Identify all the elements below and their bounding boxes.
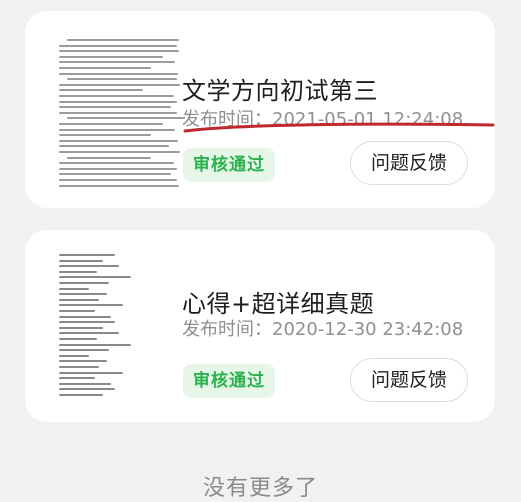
post-card[interactable]: 心得+超详细真题 发布时间：2020-12-30 23:42:08 审核通过 问… xyxy=(25,230,495,422)
document-thumbnail[interactable] xyxy=(55,35,185,189)
thumbnail-text-line xyxy=(59,343,131,346)
thumbnail-text-line xyxy=(59,67,151,69)
thumbnail-text-line xyxy=(59,259,103,262)
post-card[interactable]: 文学方向初试第三 发布时间：2021-05-01 12:24:08 审核通过 问… xyxy=(25,11,495,208)
thumbnail-text-line xyxy=(59,298,99,301)
status-badge: 审核通过 xyxy=(183,148,275,182)
thumbnail-text-line xyxy=(59,173,171,176)
status-badge: 审核通过 xyxy=(183,364,275,398)
thumbnail-text-line xyxy=(59,151,180,153)
post-title: 心得+超详细真题 xyxy=(182,290,375,318)
thumbnail-text-line xyxy=(59,61,175,64)
thumbnail-text-line xyxy=(59,55,163,58)
thumbnail-text-line xyxy=(59,83,180,86)
thumbnail-text-line xyxy=(59,293,107,296)
document-thumbnail[interactable] xyxy=(55,250,185,400)
thumbnail-text-line xyxy=(59,100,177,103)
thumbnail-text-line xyxy=(59,179,177,181)
thumbnail-text-line xyxy=(59,184,179,187)
thumbnail-text-line xyxy=(59,287,89,290)
thumbnail-text-line xyxy=(59,338,97,340)
thumbnail-text-line xyxy=(59,95,174,97)
thumbnail-text-line xyxy=(59,276,131,279)
thumbnail-text-line xyxy=(59,72,178,75)
publish-time: 发布时间：2020-12-30 23:42:08 xyxy=(182,319,464,340)
thumbnail-text-line xyxy=(59,321,115,324)
thumbnail-text-line xyxy=(59,366,99,368)
thumbnail-text-line xyxy=(59,50,179,53)
post-title: 文学方向初试第三 xyxy=(182,77,378,105)
thumbnail-text-line xyxy=(67,117,185,120)
thumbnail-text-line xyxy=(59,360,107,363)
thumbnail-text-line xyxy=(59,371,123,374)
thumbnail-text-line xyxy=(59,106,171,109)
thumbnail-text-line xyxy=(59,388,115,391)
thumbnail-text-line xyxy=(67,78,177,81)
thumbnail-text-line xyxy=(59,139,178,142)
thumbnail-text-line xyxy=(59,111,177,114)
thumbnail-text-line xyxy=(59,167,177,170)
thumbnail-text-line xyxy=(59,44,177,47)
thumbnail-text-line xyxy=(59,123,163,125)
thumbnail-text-line xyxy=(59,332,119,335)
thumbnail-text-line xyxy=(59,265,119,268)
feedback-button[interactable]: 问题反馈 xyxy=(350,141,468,185)
thumbnail-text-line xyxy=(59,315,111,318)
thumbnail-text-line xyxy=(59,310,95,312)
thumbnail-text-line xyxy=(59,349,109,352)
feedback-button[interactable]: 问题反馈 xyxy=(350,358,468,402)
thumbnail-text-line xyxy=(67,156,151,159)
thumbnail-text-line xyxy=(59,354,89,357)
thumbnail-text-line xyxy=(67,39,179,41)
thumbnail-text-line xyxy=(59,128,175,131)
thumbnail-text-line xyxy=(59,394,103,396)
no-more-text: 没有更多了 xyxy=(202,476,318,501)
red-underline-annotation xyxy=(183,122,495,133)
thumbnail-text-line xyxy=(59,162,174,165)
thumbnail-text-line xyxy=(59,270,97,273)
thumbnail-text-line xyxy=(59,145,169,148)
thumbnail-text-line xyxy=(59,254,115,256)
thumbnail-text-line xyxy=(59,377,95,380)
thumbnail-text-line xyxy=(59,326,103,329)
thumbnail-text-line xyxy=(59,304,123,307)
thumbnail-text-line xyxy=(59,89,143,92)
thumbnail-text-line xyxy=(59,134,151,137)
thumbnail-text-line xyxy=(59,382,111,385)
thumbnail-text-line xyxy=(59,282,109,284)
